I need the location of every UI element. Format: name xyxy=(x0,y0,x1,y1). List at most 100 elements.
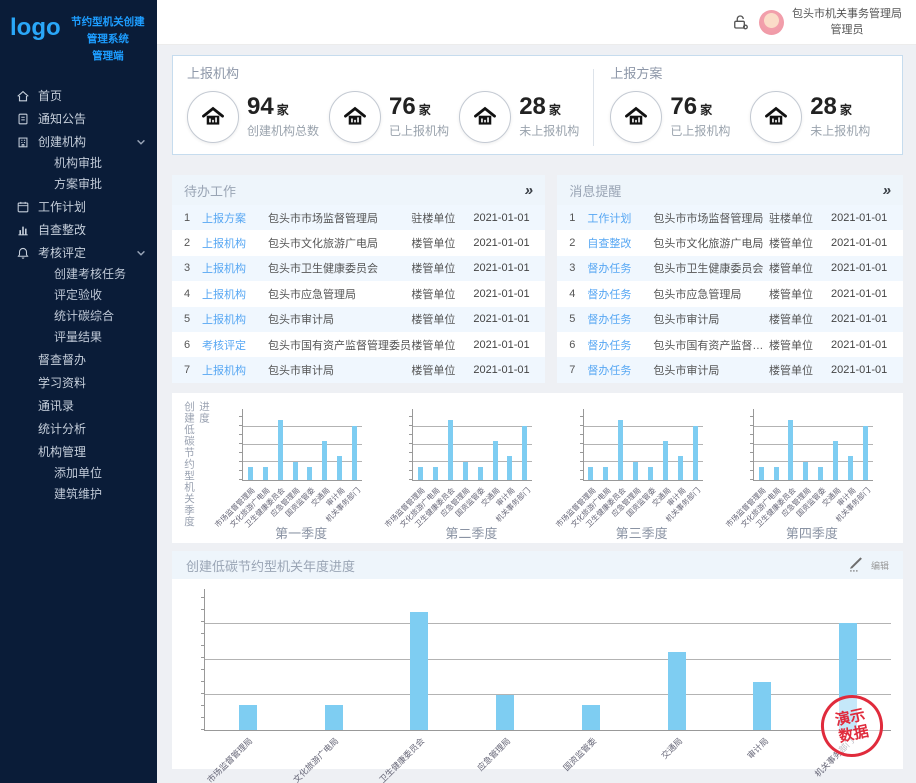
bar xyxy=(352,426,357,480)
sidebar-subitem[interactable]: 机构审批 xyxy=(0,153,157,174)
row-date: 2021-01-01 xyxy=(473,307,545,332)
sidebar-item-3[interactable]: 工作计划 xyxy=(0,195,157,218)
bar xyxy=(818,467,823,480)
row-index: 1 xyxy=(172,205,202,230)
quarter-caption: 第三季度 xyxy=(557,523,727,542)
table-row: 6督办任务包头市国有资产监督管理委员楼管单位2021-01-01 xyxy=(557,332,903,357)
sidebar-item-6[interactable]: 督查督办 xyxy=(0,348,157,371)
file-icon xyxy=(16,112,30,126)
bar xyxy=(448,420,453,480)
row-date: 2021-01-01 xyxy=(831,205,903,230)
row-type-link[interactable]: 上报方案 xyxy=(202,205,268,230)
table-row: 6考核评定包头市国有资产监督管理委员楼管单位2021-01-01 xyxy=(172,332,545,357)
sidebar-subitem[interactable]: 评定验收 xyxy=(0,285,157,306)
stat-item: 76家已上报机构 xyxy=(610,91,740,143)
row-type-link[interactable]: 督办任务 xyxy=(587,281,653,306)
quarter-caption: 第四季度 xyxy=(727,523,897,542)
sidebar-subitem[interactable]: 建筑维护 xyxy=(0,484,157,505)
sidebar-subitem[interactable]: 评量结果 xyxy=(0,327,157,348)
annual-chart-xlabels: 市场监督管理局文化旅游广电局卫生健康委员会应急管理局国资监管委交通局审计局机关事… xyxy=(204,732,891,768)
row-type-link[interactable]: 督办任务 xyxy=(587,256,653,281)
bar xyxy=(478,467,483,480)
row-org: 包头市国有资产监督管理委员 xyxy=(268,332,411,357)
stat-label: 已上报机构 xyxy=(670,122,730,139)
row-type-link[interactable]: 考核评定 xyxy=(202,332,268,357)
bar xyxy=(803,462,808,480)
lock-icon[interactable] xyxy=(731,13,751,33)
sidebar-item-4[interactable]: 自查整改 xyxy=(0,218,157,241)
logo: logo xyxy=(10,16,61,40)
quarter-chart-3: 市场监督管理局文化旅游广电局卫生健康委员会应急管理局国资监管委交通局审计局机关事… xyxy=(557,399,727,543)
sidebar-item-0[interactable]: 首页 xyxy=(0,84,157,107)
sidebar-subitem[interactable]: 方案审批 xyxy=(0,174,157,195)
bar xyxy=(753,682,771,730)
table-row: 1工作计划包头市市场监督管理局驻楼单位2021-01-01 xyxy=(557,205,903,230)
row-type-link[interactable]: 督办任务 xyxy=(587,307,653,332)
avatar[interactable] xyxy=(759,10,784,35)
row-date: 2021-01-01 xyxy=(473,256,545,281)
user-role: 管理员 xyxy=(792,23,902,39)
logo-area: logo 节约型机关创建管理系统 管理端 xyxy=(0,0,157,70)
message-more-icon[interactable]: » xyxy=(881,183,893,198)
quarterly-progress-panel: 创建低碳节约型机关季度进度 市场监督管理局文化旅游广电局卫生健康委员会应急管理局… xyxy=(172,393,903,543)
table-row: 7上报机构包头市审计局楼管单位2021-01-01 xyxy=(172,357,545,382)
chart-xlabel: 交通局 xyxy=(658,735,685,762)
sidebar-item-1[interactable]: 通知公告 xyxy=(0,107,157,130)
row-org: 包头市国有资产监督管理委员 xyxy=(653,332,769,357)
user-info: 包头市机关事务管理局 管理员 xyxy=(792,7,902,39)
sidebar-item-10[interactable]: 机构管理 xyxy=(0,440,157,463)
table-row: 4上报机构包头市应急管理局楼管单位2021-01-01 xyxy=(172,281,545,306)
bar xyxy=(863,426,868,480)
sidebar-item-label: 统计分析 xyxy=(38,420,147,437)
bar xyxy=(278,420,283,480)
bar xyxy=(833,441,838,480)
chart-gridline xyxy=(754,426,873,427)
quarter-chart-xlabels: 市场监督管理局文化旅游广电局卫生健康委员会应急管理局国资监管委交通局审计局机关事… xyxy=(412,482,532,526)
row-org: 包头市文化旅游广电局 xyxy=(268,230,411,255)
edit-button[interactable]: 编辑 xyxy=(845,557,889,573)
stat-unit: 家 xyxy=(840,103,852,117)
sidebar-item-7[interactable]: 学习资料 xyxy=(0,371,157,394)
row-index: 3 xyxy=(557,256,587,281)
row-unit: 楼管单位 xyxy=(769,357,831,382)
row-type-link[interactable]: 上报机构 xyxy=(202,230,268,255)
sidebar-subitem[interactable]: 统计碳综合 xyxy=(0,306,157,327)
no-icon xyxy=(16,445,30,459)
table-row: 3督办任务包头市卫生健康委员会楼管单位2021-01-01 xyxy=(557,256,903,281)
sidebar-item-8[interactable]: 通讯录 xyxy=(0,394,157,417)
sidebar-item-label: 创建机构 xyxy=(38,133,135,150)
stats-panel: 上报机构 94家创建机构总数76家已上报机构28家未上报机构 上报方案 76家已… xyxy=(172,55,903,155)
bar xyxy=(307,467,312,480)
row-date: 2021-01-01 xyxy=(831,281,903,306)
row-org: 包头市文化旅游广电局 xyxy=(653,230,769,255)
app-title-line1: 节约型机关创建管理系统 xyxy=(67,14,149,48)
chart-xlabel: 应急管理局 xyxy=(474,735,513,774)
row-type-link[interactable]: 上报机构 xyxy=(202,307,268,332)
row-type-link[interactable]: 工作计划 xyxy=(587,205,653,230)
row-type-link[interactable]: 上报机构 xyxy=(202,281,268,306)
row-type-link[interactable]: 上报机构 xyxy=(202,357,268,382)
sidebar-subitem[interactable]: 添加单位 xyxy=(0,463,157,484)
todo-table: 1上报方案包头市市场监督管理局驻楼单位2021-01-012上报机构包头市文化旅… xyxy=(172,205,545,383)
sidebar-item-9[interactable]: 统计分析 xyxy=(0,417,157,440)
bar xyxy=(678,456,683,480)
row-type-link[interactable]: 督办任务 xyxy=(587,332,653,357)
building-icon xyxy=(16,135,30,149)
app-title: 节约型机关创建管理系统 管理端 xyxy=(67,14,149,64)
row-type-link[interactable]: 上报机构 xyxy=(202,256,268,281)
chart-gridline xyxy=(584,426,703,427)
chart-gridline xyxy=(754,444,873,445)
row-date: 2021-01-01 xyxy=(473,230,545,255)
annual-panel-title: 创建低碳节约型机关年度进度 xyxy=(186,556,355,575)
row-unit: 楼管单位 xyxy=(411,256,473,281)
sidebar-item-5[interactable]: 考核评定 xyxy=(0,241,157,264)
sidebar-item-2[interactable]: 创建机构 xyxy=(0,130,157,153)
bar xyxy=(239,705,257,730)
sidebar-subitem[interactable]: 创建考核任务 xyxy=(0,264,157,285)
sidebar-item-label: 工作计划 xyxy=(38,198,147,215)
row-type-link[interactable]: 督办任务 xyxy=(587,357,653,382)
row-type-link[interactable]: 自查整改 xyxy=(587,230,653,255)
todo-more-icon[interactable]: » xyxy=(523,183,535,198)
sidebar-item-label: 机构管理 xyxy=(38,443,147,460)
stat-item: 76家已上报机构 xyxy=(329,91,449,143)
